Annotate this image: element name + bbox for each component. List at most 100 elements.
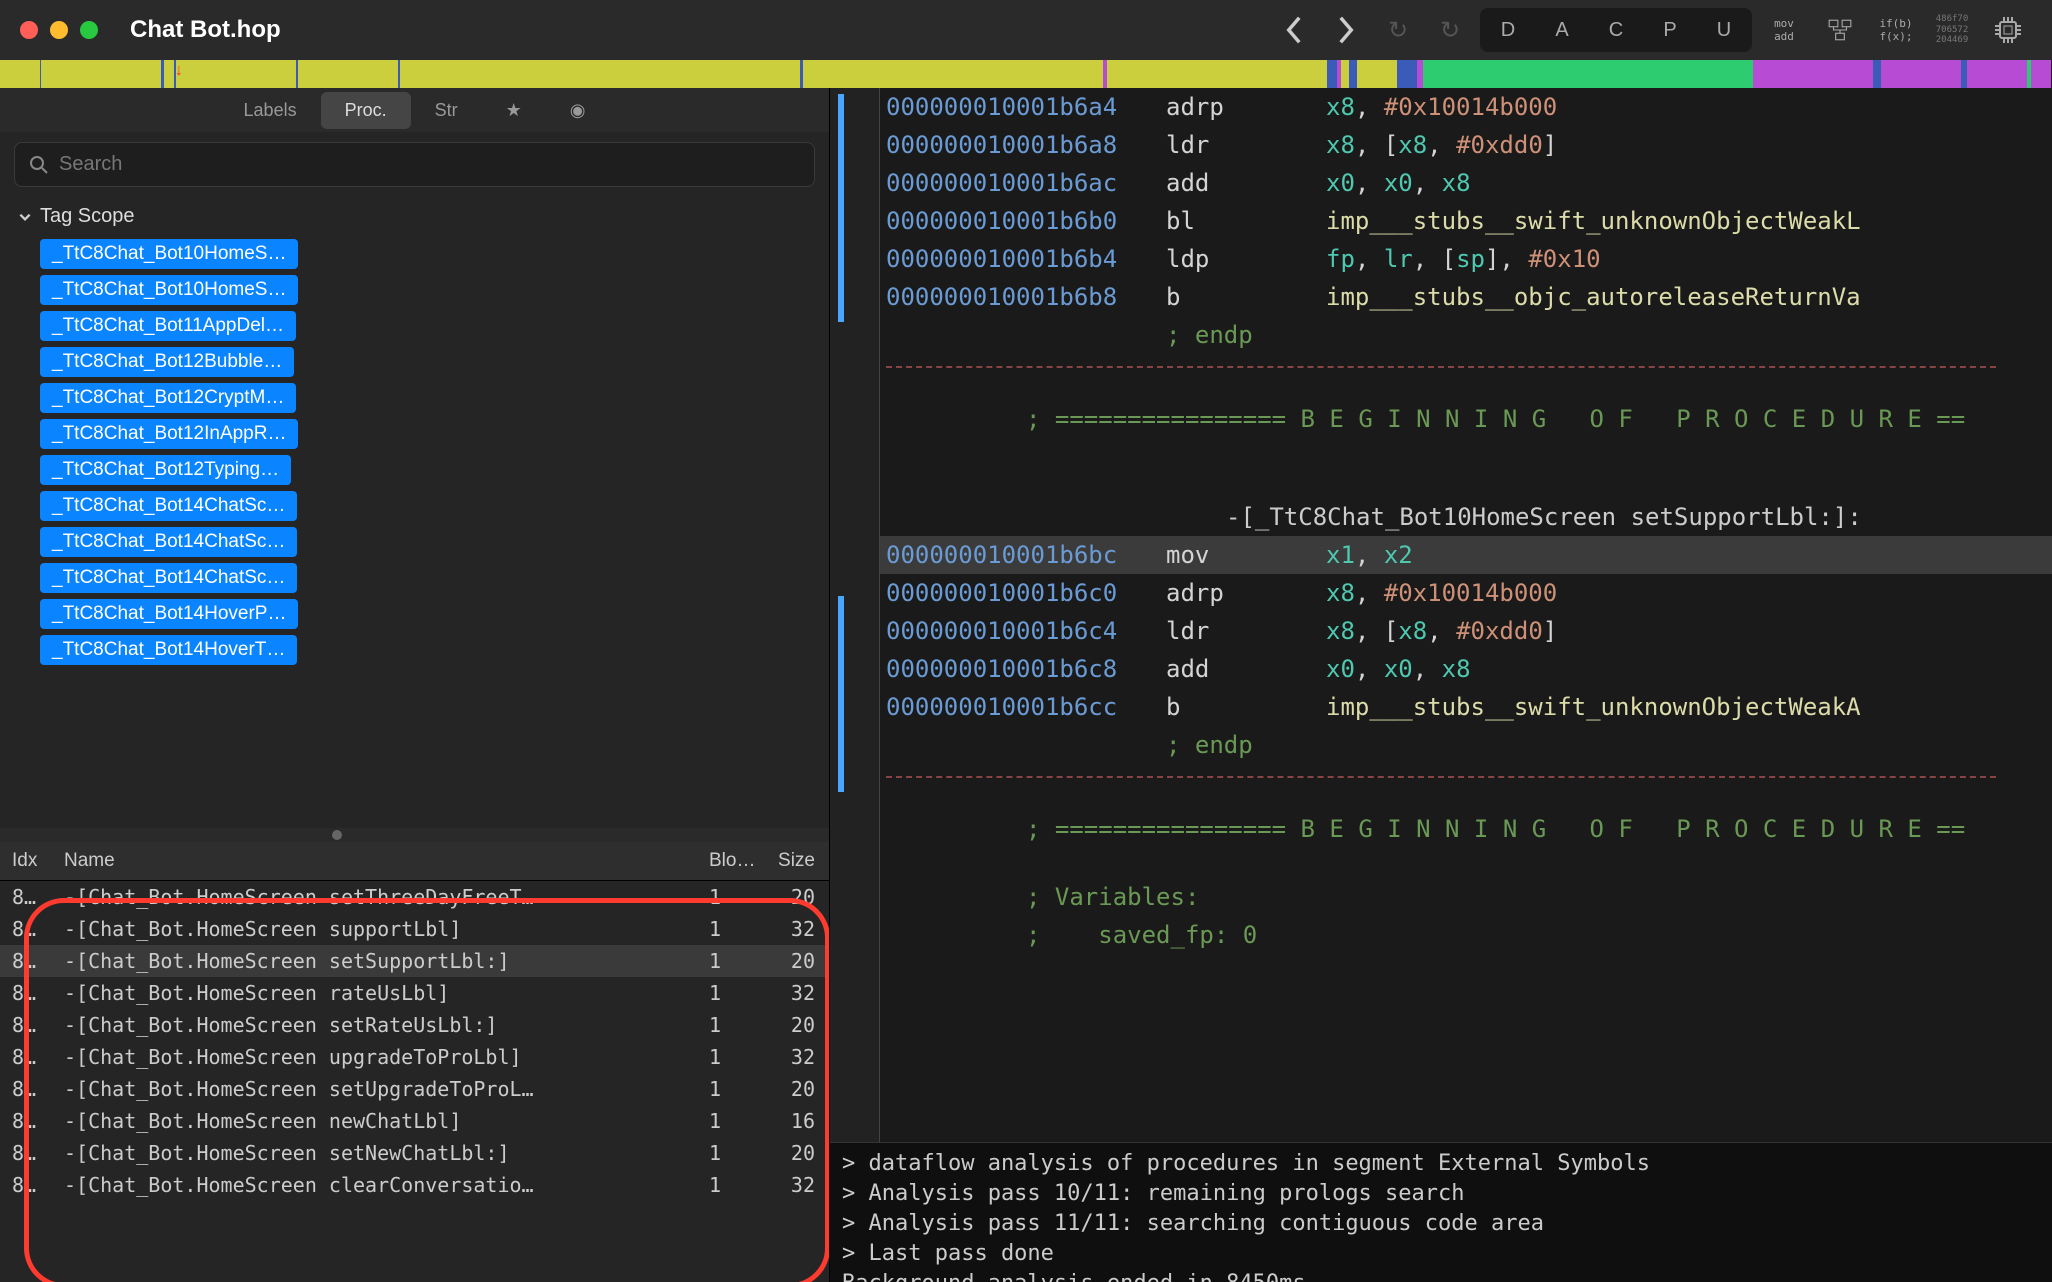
- proc-size: 20: [769, 1013, 829, 1037]
- tag-item[interactable]: _TtC8Chat_Bot12InAppR…: [40, 419, 298, 449]
- reload-button[interactable]: ↻: [1428, 10, 1472, 50]
- sidebar-scrollbar[interactable]: [0, 828, 829, 842]
- navmap-segment[interactable]: [2031, 60, 2051, 88]
- col-idx-header[interactable]: Idx: [0, 850, 58, 872]
- navigation-map[interactable]: ↓: [0, 60, 2052, 88]
- asm-line[interactable]: 000000010001b6c0adrpx8, #0x10014b000: [830, 574, 2052, 612]
- tag-item[interactable]: _TtC8Chat_Bot10HomeS…: [40, 275, 298, 305]
- proc-table-row[interactable]: 8…-[Chat_Bot.HomeScreen setUpgradeToProL…: [0, 1073, 829, 1105]
- tab-record[interactable]: ◉: [546, 92, 610, 129]
- asm-mnemonic: ldr: [1166, 612, 1326, 650]
- mode-hex-button[interactable]: U: [1698, 10, 1750, 50]
- proc-table-row[interactable]: 8…-[Chat_Bot.HomeScreen setNewChatLbl:]1…: [0, 1137, 829, 1169]
- proc-table-row[interactable]: 8…-[Chat_Bot.HomeScreen setThreeDayFreeT…: [0, 881, 829, 913]
- tag-scope-header[interactable]: Tag Scope: [14, 197, 815, 236]
- navmap-segment[interactable]: [1881, 60, 1961, 88]
- nav-back-button[interactable]: [1272, 10, 1316, 50]
- pseudocode-button[interactable]: if(b) f(x);: [1872, 8, 1920, 52]
- navmap-segment[interactable]: [1967, 60, 2027, 88]
- proc-idx: 8…: [0, 1045, 58, 1069]
- disassembly-view[interactable]: 000000010001b6a4adrpx8, #0x10014b0000000…: [830, 88, 2052, 1142]
- tag-item[interactable]: _TtC8Chat_Bot10HomeS…: [40, 239, 298, 269]
- navmap-segment[interactable]: [1423, 60, 1753, 88]
- navmap-segment[interactable]: [1397, 60, 1417, 88]
- minimize-window-button[interactable]: [50, 21, 68, 39]
- mode-cfg-button[interactable]: C: [1590, 10, 1642, 50]
- proc-table-row[interactable]: 8…-[Chat_Bot.HomeScreen newChatLbl]116: [0, 1105, 829, 1137]
- navmap-segment[interactable]: [1873, 60, 1881, 88]
- asm-address: 000000010001b6ac: [886, 164, 1166, 202]
- asm-line[interactable]: 000000010001b6ccbimp___stubs__swift_unkn…: [830, 688, 2052, 726]
- tag-item[interactable]: _TtC8Chat_Bot12Bubble…: [40, 347, 294, 377]
- tag-item[interactable]: _TtC8Chat_Bot12Typing…: [40, 455, 291, 485]
- tag-item[interactable]: _TtC8Chat_Bot14HoverT…: [40, 635, 297, 665]
- navmap-segment[interactable]: [1107, 60, 1327, 88]
- navmap-segment[interactable]: [803, 60, 1103, 88]
- scrollbar-thumb[interactable]: [332, 830, 342, 840]
- tag-item[interactable]: _TtC8Chat_Bot14ChatSc…: [40, 527, 297, 557]
- proc-table-row[interactable]: 8…-[Chat_Bot.HomeScreen setRateUsLbl:]12…: [0, 1009, 829, 1041]
- navmap-segment[interactable]: [400, 60, 800, 88]
- tag-item[interactable]: _TtC8Chat_Bot11AppDel…: [40, 311, 296, 341]
- asm-line[interactable]: 000000010001b6a8ldrx8, [x8, #0xdd0]: [830, 126, 2052, 164]
- asm-line[interactable]: 000000010001b6bcmovx1, x2: [830, 536, 2052, 574]
- refresh-button[interactable]: ↻: [1376, 10, 1420, 50]
- proc-separator: [886, 776, 1996, 778]
- tag-item[interactable]: _TtC8Chat_Bot12CryptM…: [40, 383, 296, 413]
- navmap-segment[interactable]: [298, 60, 398, 88]
- mode-asm-button[interactable]: A: [1536, 10, 1588, 50]
- navmap-segment[interactable]: [1349, 60, 1357, 88]
- endp-comment: ; endp: [1166, 316, 1253, 354]
- proc-table-row[interactable]: 8…-[Chat_Bot.HomeScreen clearConversatio…: [0, 1169, 829, 1201]
- mode-pseudo-button[interactable]: P: [1644, 10, 1696, 50]
- col-blocks-header[interactable]: Blo…: [709, 850, 769, 872]
- navmap-segment[interactable]: [176, 60, 296, 88]
- tag-item[interactable]: _TtC8Chat_Bot14HoverP…: [40, 599, 298, 629]
- tag-item[interactable]: _TtC8Chat_Bot14ChatSc…: [40, 491, 297, 521]
- proc-table-row[interactable]: 8…-[Chat_Bot.HomeScreen supportLbl]132: [0, 913, 829, 945]
- col-name-header[interactable]: Name: [58, 850, 709, 872]
- navmap-segment[interactable]: [1753, 60, 1873, 88]
- tab-proc[interactable]: Proc.: [321, 92, 411, 129]
- asm-line[interactable]: 000000010001b6c4ldrx8, [x8, #0xdd0]: [830, 612, 2052, 650]
- asm-line[interactable]: 000000010001b6b8bimp___stubs__objc_autor…: [830, 278, 2052, 316]
- asm-address: 000000010001b6bc: [886, 536, 1166, 574]
- proc-blocks: 1: [709, 1045, 769, 1069]
- asm-line[interactable]: 000000010001b6c8addx0, x0, x8: [830, 650, 2052, 688]
- col-size-header[interactable]: Size: [769, 850, 829, 872]
- maximize-window-button[interactable]: [80, 21, 98, 39]
- cpu-icon[interactable]: [1984, 8, 2032, 52]
- search-input[interactable]: [59, 153, 800, 176]
- proc-name: -[Chat_Bot.HomeScreen newChatLbl]: [58, 1109, 709, 1133]
- hex-button[interactable]: 486f70 706572 204469: [1928, 8, 1976, 52]
- navmap-segment[interactable]: [1327, 60, 1337, 88]
- navmap-segment[interactable]: [0, 60, 40, 88]
- proc-table-row[interactable]: 8…-[Chat_Bot.HomeScreen rateUsLbl]132: [0, 977, 829, 1009]
- navigator-icon[interactable]: [1816, 8, 1864, 52]
- navmap-segment[interactable]: [1357, 60, 1397, 88]
- modify-instruction-button[interactable]: mov add: [1760, 8, 1808, 52]
- navmap-segment[interactable]: [1341, 60, 1349, 88]
- proc-blocks: 1: [709, 917, 769, 941]
- proc-blocks: 1: [709, 981, 769, 1005]
- navmap-segment[interactable]: [41, 60, 161, 88]
- proc-idx: 8…: [0, 1077, 58, 1101]
- navmap-segment[interactable]: [164, 60, 174, 88]
- tab-labels[interactable]: Labels: [220, 92, 321, 129]
- asm-line[interactable]: 000000010001b6acaddx0, x0, x8: [830, 164, 2052, 202]
- tab-strings[interactable]: Str: [411, 92, 482, 129]
- nav-forward-button[interactable]: [1324, 10, 1368, 50]
- tab-bookmarks[interactable]: ★: [482, 92, 546, 129]
- asm-line[interactable]: 000000010001b6b0blimp___stubs__swift_unk…: [830, 202, 2052, 240]
- console-output[interactable]: > dataflow analysis of procedures in seg…: [830, 1142, 2052, 1282]
- asm-gutter: [830, 88, 880, 1142]
- asm-line[interactable]: 000000010001b6a4adrpx8, #0x10014b000: [830, 88, 2052, 126]
- sidebar-tabs: Labels Proc. Str ★ ◉: [0, 88, 829, 132]
- tag-item[interactable]: _TtC8Chat_Bot14ChatSc…: [40, 563, 297, 593]
- close-window-button[interactable]: [20, 21, 38, 39]
- asm-line[interactable]: 000000010001b6b4ldpfp, lr, [sp], #0x10: [830, 240, 2052, 278]
- mode-data-button[interactable]: D: [1482, 10, 1534, 50]
- proc-table-row[interactable]: 8…-[Chat_Bot.HomeScreen upgradeToProLbl]…: [0, 1041, 829, 1073]
- proc-table-row[interactable]: 8…-[Chat_Bot.HomeScreen setSupportLbl:]1…: [0, 945, 829, 977]
- asm-address: 000000010001b6c4: [886, 612, 1166, 650]
